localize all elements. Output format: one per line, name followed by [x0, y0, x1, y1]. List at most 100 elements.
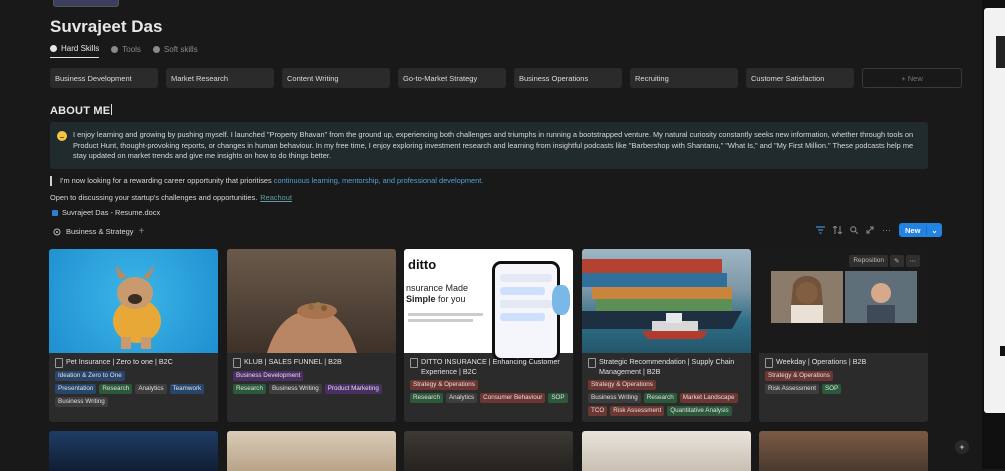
person-image [867, 283, 895, 323]
card-title-text: Weekday | Operations | B2B [776, 357, 867, 366]
filter-icon[interactable] [816, 226, 825, 234]
tag: Research [233, 384, 266, 394]
tag: Teamwork [169, 384, 205, 394]
gallery-card[interactable]: Strategic Recommendation | Supply Chain … [582, 249, 751, 422]
gallery-card-cover[interactable] [582, 431, 751, 471]
page-icon [765, 358, 773, 368]
card-tags: Strategy & Operations [410, 380, 568, 390]
skill-chip[interactable]: Business Development [50, 68, 158, 88]
card-tags: Risk Assessment SOP [765, 384, 923, 394]
skill-chip[interactable]: Recruiting [630, 68, 738, 88]
gallery-card-cover[interactable] [49, 431, 218, 471]
expand-icon[interactable] [866, 226, 874, 234]
skill-chip[interactable]: Go-to-Market Strategy [398, 68, 506, 88]
card-tags: Strategy & Operations [588, 380, 746, 390]
tag: Business Writing [268, 384, 322, 394]
gallery-card[interactable]: KLUB | SALES FUNNEL | B2B Business Devel… [227, 249, 396, 422]
gallery-card-cover[interactable] [227, 431, 396, 471]
tag: Business Writing [588, 393, 641, 403]
tag: Analytics [135, 384, 167, 394]
gallery-card[interactable]: Pet Insurance | Zero to one | B2C Ideati… [49, 249, 218, 422]
database-toolbar: ⋯ New ⌄ [816, 223, 942, 237]
skill-chip[interactable]: Customer Satisfaction [746, 68, 854, 88]
about-heading[interactable]: ABOUT ME [50, 104, 113, 117]
skill-chip[interactable]: Market Research [166, 68, 274, 88]
gallery-card-cover[interactable] [759, 431, 928, 471]
tag: Quantitative Analysis [667, 406, 732, 416]
gallery-card[interactable]: ditto nsurance Made Simple for you DITTO … [404, 249, 573, 422]
card-cover-ditto: ditto nsurance Made Simple for you [404, 249, 573, 361]
card-title-text: DITTO INSURANCE | Enhancing Customer Exp… [421, 357, 560, 376]
resume-file[interactable]: Suvrajeet Das - Resume.docx [52, 208, 160, 217]
card-body: KLUB | SALES FUNNEL | B2B Business Devel… [233, 357, 391, 394]
card-cover-coins [227, 249, 396, 353]
skill-chip[interactable]: Content Writing [282, 68, 390, 88]
ditto-logo: ditto [408, 257, 437, 272]
discuss-text: Open to discussing your startup's challe… [50, 193, 258, 202]
bulldog-image [113, 265, 161, 349]
card-title-text: Strategic Recommendation | Supply Chain … [599, 357, 735, 376]
tag: Research [99, 384, 133, 394]
card-title-text: Pet Insurance | Zero to one | B2C [66, 357, 173, 366]
adjacent-window-mark [1000, 346, 1005, 356]
card-title: Strategic Recommendation | Supply Chain … [588, 357, 746, 377]
tag: Business Development [233, 371, 304, 381]
new-skill-button[interactable]: + New [862, 68, 962, 88]
page-icon [55, 358, 63, 368]
tab-label: Hard Skills [61, 44, 100, 53]
search-icon[interactable] [850, 226, 858, 234]
card-tags: Strategy & Operations [765, 371, 923, 381]
card-title: KLUB | SALES FUNNEL | B2B [233, 357, 391, 368]
new-entry-button[interactable]: New ⌄ [899, 223, 942, 237]
new-button-label: New [905, 225, 921, 235]
hands-coins-image [267, 302, 357, 353]
cargo-ship-image [582, 259, 742, 339]
more-icon[interactable]: ⋯ [905, 255, 920, 267]
quote-link[interactable]: continuous learning, mentorship, and pro… [274, 176, 484, 185]
page-icon [410, 358, 418, 368]
tab-hard-skills[interactable]: Hard Skills [50, 44, 100, 58]
card-cover-dog [49, 249, 218, 353]
more-icon[interactable]: ⋯ [882, 225, 891, 236]
skills-board: Business Development Market Research Con… [50, 68, 962, 88]
database-header[interactable]: Business & Strategy + [53, 226, 144, 237]
cover-thumbnail[interactable] [53, 0, 119, 7]
card-title-text: KLUB | SALES FUNNEL | B2B [244, 357, 342, 366]
card-body: Weekday | Operations | B2B Strategy & Op… [765, 357, 923, 394]
tag: Strategy & Operations [588, 380, 656, 390]
skill-chip[interactable]: Business Operations [514, 68, 622, 88]
ditto-heading-line2: for you [435, 294, 466, 304]
gallery-card[interactable]: Reposition ✎ ⋯ Weekday | Operations | B2… [759, 249, 928, 422]
ditto-heading: nsurance Made Simple for you [406, 283, 468, 305]
gallery-card-cover[interactable] [404, 431, 573, 471]
card-tags: Research Business Writing Product Market… [233, 384, 391, 394]
reachout-link[interactable]: Reachout [260, 193, 292, 202]
database-title: Business & Strategy [66, 227, 134, 236]
card-tags: Research Analytics Consumer Behaviour SO… [410, 393, 568, 403]
quote-text: I'm now looking for a rewarding career o… [60, 176, 274, 185]
tag: Analytics [445, 393, 478, 403]
card-title: Weekday | Operations | B2B [765, 357, 923, 368]
card-cover-video-call: Reposition ✎ ⋯ [759, 249, 928, 353]
tag: SOP [548, 393, 568, 403]
about-heading-text: ABOUT ME [50, 105, 111, 117]
add-view-icon[interactable]: + [139, 226, 145, 237]
tag: Research [410, 393, 443, 403]
notion-page: Suvrajeet Das Hard Skills Tools Soft ski… [0, 0, 982, 471]
chevron-down-icon[interactable]: ⌄ [926, 225, 941, 235]
card-title: DITTO INSURANCE | Enhancing Customer Exp… [410, 357, 568, 377]
card-tags: Business Development [233, 371, 391, 381]
tag: Market Landscape [679, 393, 738, 403]
smile-emoji-icon [57, 131, 67, 141]
tab-soft-skills[interactable]: Soft skills [152, 44, 198, 58]
reposition-button[interactable]: Reposition [849, 255, 889, 267]
tag: Presentation [55, 384, 97, 394]
ditto-text-line [408, 313, 483, 316]
sort-icon[interactable] [833, 226, 842, 234]
edit-icon[interactable]: ✎ [890, 255, 904, 267]
about-callout[interactable]: I enjoy learning and growing by pushing … [50, 122, 928, 169]
tab-tools[interactable]: Tools [111, 44, 141, 58]
help-sparkle-icon[interactable]: ✦ [955, 440, 969, 454]
tag: Research [643, 393, 677, 403]
tag: SOP [821, 384, 842, 394]
